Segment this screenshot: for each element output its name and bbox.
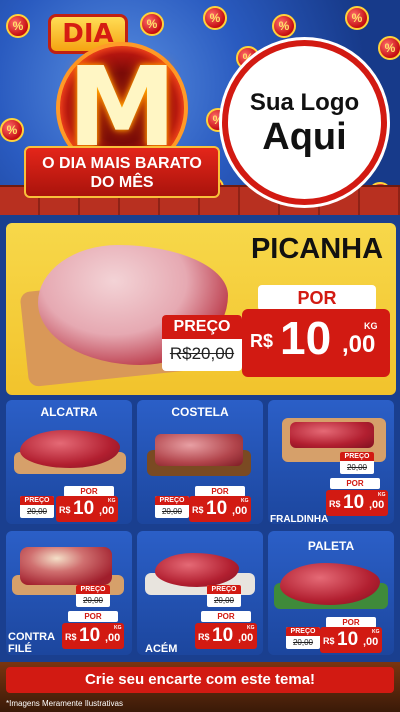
price-decimal: ,00 (363, 636, 379, 648)
new-price-box: R$ 10 ,00 KG (189, 496, 251, 522)
por-label: POR (201, 611, 251, 622)
preco-label: PREÇO (155, 496, 189, 505)
price-integer: 10 (337, 629, 359, 650)
old-price: R$20,00 (169, 344, 235, 363)
new-price-box: R$ 10 ,00 KG (56, 496, 118, 522)
price-integer: 10 (79, 625, 101, 646)
price-decimal: ,00 (238, 632, 254, 644)
preco-label: PREÇO (286, 627, 320, 636)
cta-button[interactable]: Crie seu encarte com este tema! (6, 667, 394, 693)
old-price-box: PREÇO 20,00 (286, 627, 320, 649)
old-price: 20,00 (213, 596, 235, 605)
product-card-acem[interactable]: PREÇO 20,00 POR R$ 10 ,00 KG ACÉM (137, 531, 263, 655)
new-price-box: R$ 10 ,00 KG (242, 309, 390, 377)
currency: R$ (323, 636, 335, 646)
price-decimal: ,00 (105, 632, 121, 644)
product-card-contra-file[interactable]: PREÇO 20,00 POR R$ 10 ,00 KG CONTRA FILÉ (6, 531, 132, 655)
header-banner: % % % % % % % % % % % DIA M O DIA MAIS B… (0, 0, 400, 215)
old-price: 20,00 (26, 507, 48, 516)
old-price: 20,00 (161, 507, 183, 516)
old-price-box: PREÇO 20,00 (155, 496, 189, 518)
dia-m-logo: DIA M O DIA MAIS BARATO DO MÊS (8, 6, 220, 206)
ribbon-line-1: O DIA MAIS BARATO (42, 155, 202, 172)
por-label: POR (258, 285, 376, 311)
currency: R$ (59, 505, 71, 515)
currency: R$ (329, 499, 341, 509)
product-name: ACÉM (145, 643, 178, 655)
old-price-box: PREÇO 20,00 (20, 496, 54, 518)
price-decimal: ,00 (99, 505, 115, 517)
product-card-paleta[interactable]: PALETA PREÇO 20,00 POR R$ 10 ,00 KG (268, 531, 394, 655)
preco-label: PREÇO (207, 585, 241, 594)
price-decimal: ,00 (369, 499, 385, 511)
price-integer: 10 (280, 312, 332, 364)
new-price-box: R$ 10 ,00 KG (62, 623, 124, 649)
old-price-box: PREÇO 20,00 (207, 585, 241, 607)
unit-label: KG (364, 321, 378, 331)
currency: R$ (192, 505, 204, 515)
unit-label: KG (378, 492, 386, 498)
unit-label: KG (247, 625, 255, 631)
preco-label: PREÇO (162, 315, 242, 339)
por-label: POR (68, 611, 118, 622)
price-integer: 10 (343, 492, 365, 513)
product-name: COSTELA (171, 405, 229, 419)
product-name: ALCATRA (40, 405, 98, 419)
new-price-box: R$ 10 ,00 KG (195, 623, 257, 649)
product-card-alcatra[interactable]: ALCATRA PREÇO 20,00 POR R$ 10 ,00 KG (6, 400, 132, 524)
price-integer: 10 (206, 498, 228, 519)
product-card-costela[interactable]: COSTELA PREÇO 20,00 POR R$ 10 ,00 KG (137, 400, 263, 524)
product-name: PALETA (307, 539, 355, 553)
currency: R$ (250, 331, 274, 351)
logo-line-2: Aqui (262, 115, 347, 158)
price-decimal: ,00 (232, 505, 248, 517)
price-integer: 10 (212, 625, 234, 646)
costela-image (155, 434, 243, 466)
disclaimer: *Imagens Meramente Ilustrativas (6, 699, 123, 708)
price-decimal: ,00 (342, 331, 376, 358)
new-price-box: R$ 10 ,00 KG (320, 627, 382, 653)
percent-coin-icon: % (272, 14, 296, 38)
old-price-box: PREÇO 20,00 (340, 452, 374, 474)
product-name-line-1: CONTRA (8, 631, 56, 643)
product-card-fraldinha[interactable]: PREÇO 20,00 POR R$ 10 ,00 KG FRALDINHA (268, 400, 394, 524)
product-name: CONTRA FILÉ (8, 631, 55, 655)
percent-coin-icon: % (345, 6, 369, 30)
unit-label: KG (372, 629, 380, 635)
unit-label: KG (114, 625, 122, 631)
contra-file-image (20, 547, 112, 585)
preco-label: PREÇO (340, 452, 374, 461)
featured-product-card[interactable]: PICANHA POR PREÇO R$20,00 R$ 10 ,00 KG (6, 223, 396, 395)
old-price-box: PREÇO R$20,00 (162, 315, 242, 371)
slogan-ribbon: O DIA MAIS BARATO DO MÊS (24, 146, 220, 198)
product-name: FRALDINHA (270, 514, 329, 524)
unit-label: KG (241, 498, 249, 504)
fraldinha-image (290, 422, 374, 448)
currency: R$ (198, 632, 210, 642)
ribbon-line-2: DO MÊS (90, 174, 154, 191)
por-label: POR (330, 478, 380, 489)
price-integer: 10 (73, 498, 95, 519)
product-name-line-2: FILÉ (8, 643, 32, 655)
old-price: 20,00 (82, 596, 104, 605)
new-price-box: R$ 10 ,00 KG (326, 490, 388, 516)
old-price: 20,00 (292, 638, 314, 647)
preco-label: PREÇO (76, 585, 110, 594)
logo-line-1: Sua Logo (249, 88, 360, 116)
currency: R$ (65, 632, 77, 642)
product-name: PICANHA (250, 233, 384, 265)
store-logo-placeholder[interactable]: Sua Logo Aqui (222, 40, 387, 205)
unit-label: KG (108, 498, 116, 504)
old-price: 20,00 (346, 463, 368, 472)
old-price-box: PREÇO 20,00 (76, 585, 110, 607)
percent-coin-icon: % (378, 36, 400, 60)
preco-label: PREÇO (20, 496, 54, 505)
